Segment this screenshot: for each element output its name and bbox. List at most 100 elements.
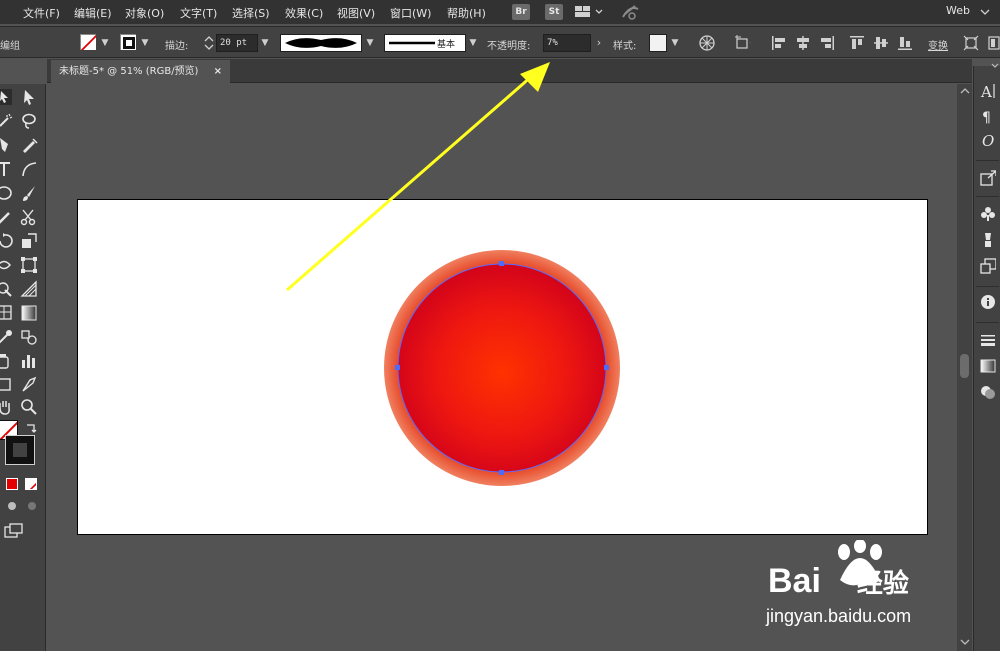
symbol-sprayer-tool-icon[interactable]: [0, 352, 14, 370]
align-top-icon[interactable]: [849, 35, 865, 51]
scrollbar-thumb[interactable]: [960, 354, 969, 378]
align-vertical-center-icon[interactable]: [873, 35, 889, 51]
swap-fill-stroke-icon[interactable]: [24, 421, 38, 435]
column-graph-tool-icon[interactable]: [20, 352, 38, 370]
align-horizontal-center-icon[interactable]: [795, 35, 811, 51]
artboard-tool-icon[interactable]: [0, 376, 14, 394]
fill-chevron-icon[interactable]: ▼: [99, 34, 111, 52]
width-profile-chevron-icon[interactable]: ▼: [364, 34, 376, 52]
scroll-down-icon[interactable]: [960, 638, 970, 646]
align-bottom-icon[interactable]: [897, 35, 913, 51]
stock-button[interactable]: St: [545, 4, 563, 20]
color-mode-button[interactable]: [6, 478, 18, 490]
info-panel-icon[interactable]: [980, 294, 996, 310]
stroke-weight-input[interactable]: 20 pt: [216, 34, 258, 52]
stroke-panel-icon[interactable]: [980, 332, 996, 348]
pen-tool-icon[interactable]: [0, 136, 14, 154]
menu-view[interactable]: 视图(V): [337, 5, 375, 21]
align-to-icon[interactable]: [735, 35, 751, 51]
zoom-tool-icon[interactable]: [20, 398, 38, 416]
menu-help[interactable]: 帮助(H): [447, 5, 486, 21]
draw-behind-icon[interactable]: [26, 500, 40, 512]
eyedropper-tool-icon[interactable]: [0, 328, 14, 346]
opacity-input[interactable]: 7%: [543, 34, 591, 52]
align-left-icon[interactable]: [771, 35, 787, 51]
bridge-button[interactable]: Br: [512, 4, 530, 20]
menu-type[interactable]: 文字(T): [180, 5, 217, 21]
brush-definition-dropdown[interactable]: 基本: [384, 34, 466, 52]
recolor-artwork-icon[interactable]: [699, 35, 715, 51]
stroke-weight-chevron-icon[interactable]: ▼: [259, 34, 271, 52]
menu-object[interactable]: 对象(O): [125, 5, 164, 21]
scissors-tool-icon[interactable]: [20, 208, 38, 226]
scale-tool-icon[interactable]: [20, 232, 38, 250]
slice-tool-icon[interactable]: [20, 376, 38, 394]
width-profile-dropdown[interactable]: [280, 34, 362, 52]
character-panel-icon[interactable]: A: [980, 82, 996, 98]
anchor-point-top[interactable]: [499, 261, 504, 266]
stroke-weight-stepper-icon[interactable]: [203, 34, 215, 52]
document-tab[interactable]: 未标题-5* @ 51% (RGB/预览) ×: [51, 60, 231, 83]
workspace-switcher[interactable]: Web: [946, 4, 970, 17]
blend-tool-icon[interactable]: [20, 328, 38, 346]
fill-swatch-none-icon[interactable]: [80, 34, 96, 50]
close-tab-icon[interactable]: ×: [214, 66, 222, 77]
selection-tool-icon[interactable]: [20, 88, 38, 106]
shape-builder-tool-icon[interactable]: [0, 280, 14, 298]
ellipse-tool-icon[interactable]: [0, 184, 14, 202]
menu-select[interactable]: 选择(S): [232, 5, 270, 21]
screen-mode-icon[interactable]: [3, 522, 25, 540]
opentype-panel-icon[interactable]: O: [980, 132, 996, 148]
opacity-expand-icon[interactable]: ›: [593, 34, 605, 52]
direct-selection-tool-icon[interactable]: [0, 88, 14, 106]
artboard[interactable]: [77, 199, 928, 535]
menu-effect[interactable]: 效果(C): [285, 5, 323, 21]
curvature-tool-icon[interactable]: [20, 136, 38, 154]
draw-normal-icon[interactable]: [6, 500, 20, 512]
menu-file[interactable]: 文件(F): [23, 5, 60, 21]
gradient-panel-icon[interactable]: [980, 358, 996, 374]
rotate-tool-icon[interactable]: [0, 232, 14, 250]
menu-window[interactable]: 窗口(W): [390, 5, 431, 21]
lasso-tool-icon[interactable]: [20, 112, 38, 130]
scroll-up-icon[interactable]: [960, 87, 970, 95]
transform-link[interactable]: 变换: [928, 37, 948, 52]
align-right-icon[interactable]: [819, 35, 835, 51]
red-gradient-circle[interactable]: [398, 264, 606, 472]
paragraph-panel-icon[interactable]: ¶: [980, 108, 996, 124]
arrange-documents-icon[interactable]: [575, 5, 605, 19]
width-tool-icon[interactable]: [0, 256, 14, 274]
gradient-tool-icon[interactable]: [20, 304, 38, 322]
export-panel-icon[interactable]: [980, 170, 996, 186]
stroke-chevron-icon[interactable]: ▼: [139, 34, 151, 52]
type-tool-icon[interactable]: [0, 160, 14, 178]
brushes-panel-icon[interactable]: [980, 232, 996, 248]
isolate-selected-icon[interactable]: [963, 35, 979, 51]
brush-chevron-icon[interactable]: ▼: [467, 34, 479, 52]
collapse-dock-icon[interactable]: [990, 62, 1000, 70]
magic-wand-tool-icon[interactable]: [0, 112, 14, 130]
paintbrush-tool-icon[interactable]: [20, 184, 38, 202]
workspace-chevron-icon[interactable]: [980, 8, 990, 16]
anchor-point-right[interactable]: [604, 365, 609, 370]
more-options-icon[interactable]: [988, 35, 1000, 51]
pencil-tool-icon[interactable]: [0, 208, 14, 226]
anchor-point-left[interactable]: [395, 365, 400, 370]
mesh-tool-icon[interactable]: [0, 304, 14, 322]
stroke-color-swatch[interactable]: [5, 435, 35, 465]
arc-tool-icon[interactable]: [20, 160, 38, 178]
graphic-style-chevron-icon[interactable]: ▼: [669, 34, 681, 52]
none-mode-button[interactable]: [25, 478, 37, 490]
perspective-grid-tool-icon[interactable]: [20, 280, 38, 298]
free-transform-tool-icon[interactable]: [20, 256, 38, 274]
symbols-panel-icon[interactable]: [980, 206, 996, 222]
hand-tool-icon[interactable]: [0, 398, 14, 416]
graphic-style-swatch[interactable]: [649, 34, 667, 52]
gpu-performance-icon[interactable]: [620, 3, 642, 21]
transparency-panel-icon[interactable]: [980, 384, 996, 400]
menu-edit[interactable]: 编辑(E): [74, 5, 112, 21]
libraries-panel-icon[interactable]: [980, 258, 996, 274]
stroke-swatch-icon[interactable]: [120, 34, 136, 50]
anchor-point-bottom[interactable]: [499, 470, 504, 475]
selection-type-label: 编组: [0, 41, 20, 52]
